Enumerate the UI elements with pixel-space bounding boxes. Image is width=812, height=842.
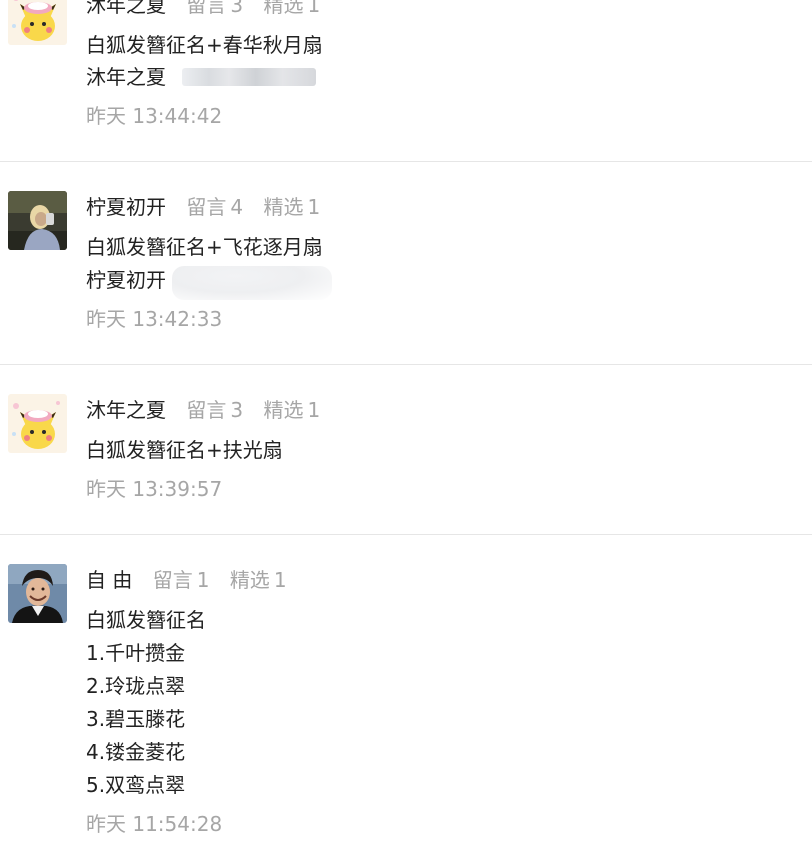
comment-text-line: 柠夏初开 (86, 268, 166, 292)
comment-divider (0, 161, 812, 162)
photo-avatar-icon[interactable] (8, 191, 67, 250)
comment-divider (0, 364, 812, 365)
comment-divider (0, 534, 812, 535)
author-name[interactable]: 自 由 (86, 568, 132, 592)
featured-number: 1 (307, 0, 321, 17)
comment-text-line: 白狐发簪征名+扶光扇 (86, 438, 283, 462)
comment-text-line: 白狐发簪征名 (86, 608, 206, 632)
comment-text-line: 3.碧玉滕花 (86, 707, 186, 731)
comment-timestamp: 昨天 13:39:57 (86, 477, 223, 501)
replies-label: 留言 (186, 0, 227, 17)
author-name[interactable]: 沐年之夏 (86, 0, 166, 17)
replies-label: 留言 (186, 195, 227, 219)
featured-number: 1 (307, 398, 321, 422)
featured-label: 精选 (263, 0, 304, 17)
comment-meta: 柠夏初开 留言 4 精选 1 (86, 193, 320, 221)
replies-number: 3 (230, 398, 244, 422)
featured-count: 精选 1 (263, 398, 320, 422)
replies-number: 1 (196, 568, 210, 592)
replies-label: 留言 (186, 398, 227, 422)
featured-number: 1 (307, 195, 321, 219)
comment-text-line: 5.双鸾点翠 (86, 773, 186, 797)
featured-number: 1 (273, 568, 287, 592)
featured-label: 精选 (263, 195, 304, 219)
replies-number: 3 (230, 0, 244, 17)
comment-text-line: 白狐发簪征名+春华秋月扇 (86, 33, 323, 57)
comment-text-line: 沐年之夏 (86, 65, 166, 89)
pikachu-avatar-icon[interactable] (8, 0, 67, 45)
replies-count: 留言 4 (186, 195, 243, 219)
comment-text-line: 白狐发簪征名+飞花逐月扇 (86, 235, 323, 259)
author-name[interactable]: 柠夏初开 (86, 195, 166, 219)
author-name[interactable]: 沐年之夏 (86, 398, 166, 422)
comment-text-line: 1.千叶攒金 (86, 641, 186, 665)
redacted-text-blur (172, 266, 332, 300)
featured-count: 精选 1 (263, 0, 320, 17)
comment-text-line: 2.玲珑点翠 (86, 674, 186, 698)
featured-count: 精选 1 (263, 195, 320, 219)
replies-count: 留言 1 (153, 568, 210, 592)
comment-meta: 自 由 留言 1 精选 1 (86, 566, 287, 594)
pikachu-avatar-icon[interactable] (8, 394, 67, 453)
comment-timestamp: 昨天 13:44:42 (86, 104, 223, 128)
comment-meta: 沐年之夏 留言 3 精选 1 (86, 396, 320, 424)
featured-label: 精选 (263, 398, 304, 422)
comment-text-line: 4.镂金菱花 (86, 740, 186, 764)
replies-count: 留言 3 (186, 398, 243, 422)
comment-timestamp: 昨天 13:42:33 (86, 307, 223, 331)
featured-count: 精选 1 (230, 568, 287, 592)
redacted-text-blur (182, 68, 316, 86)
featured-label: 精选 (229, 568, 270, 592)
comment-meta: 沐年之夏 留言 3 精选 1 (86, 0, 320, 19)
replies-label: 留言 (152, 568, 193, 592)
replies-number: 4 (230, 195, 244, 219)
man-portrait-avatar-icon[interactable] (8, 564, 67, 623)
comment-timestamp: 昨天 11:54:28 (86, 812, 223, 836)
replies-count: 留言 3 (186, 0, 243, 17)
